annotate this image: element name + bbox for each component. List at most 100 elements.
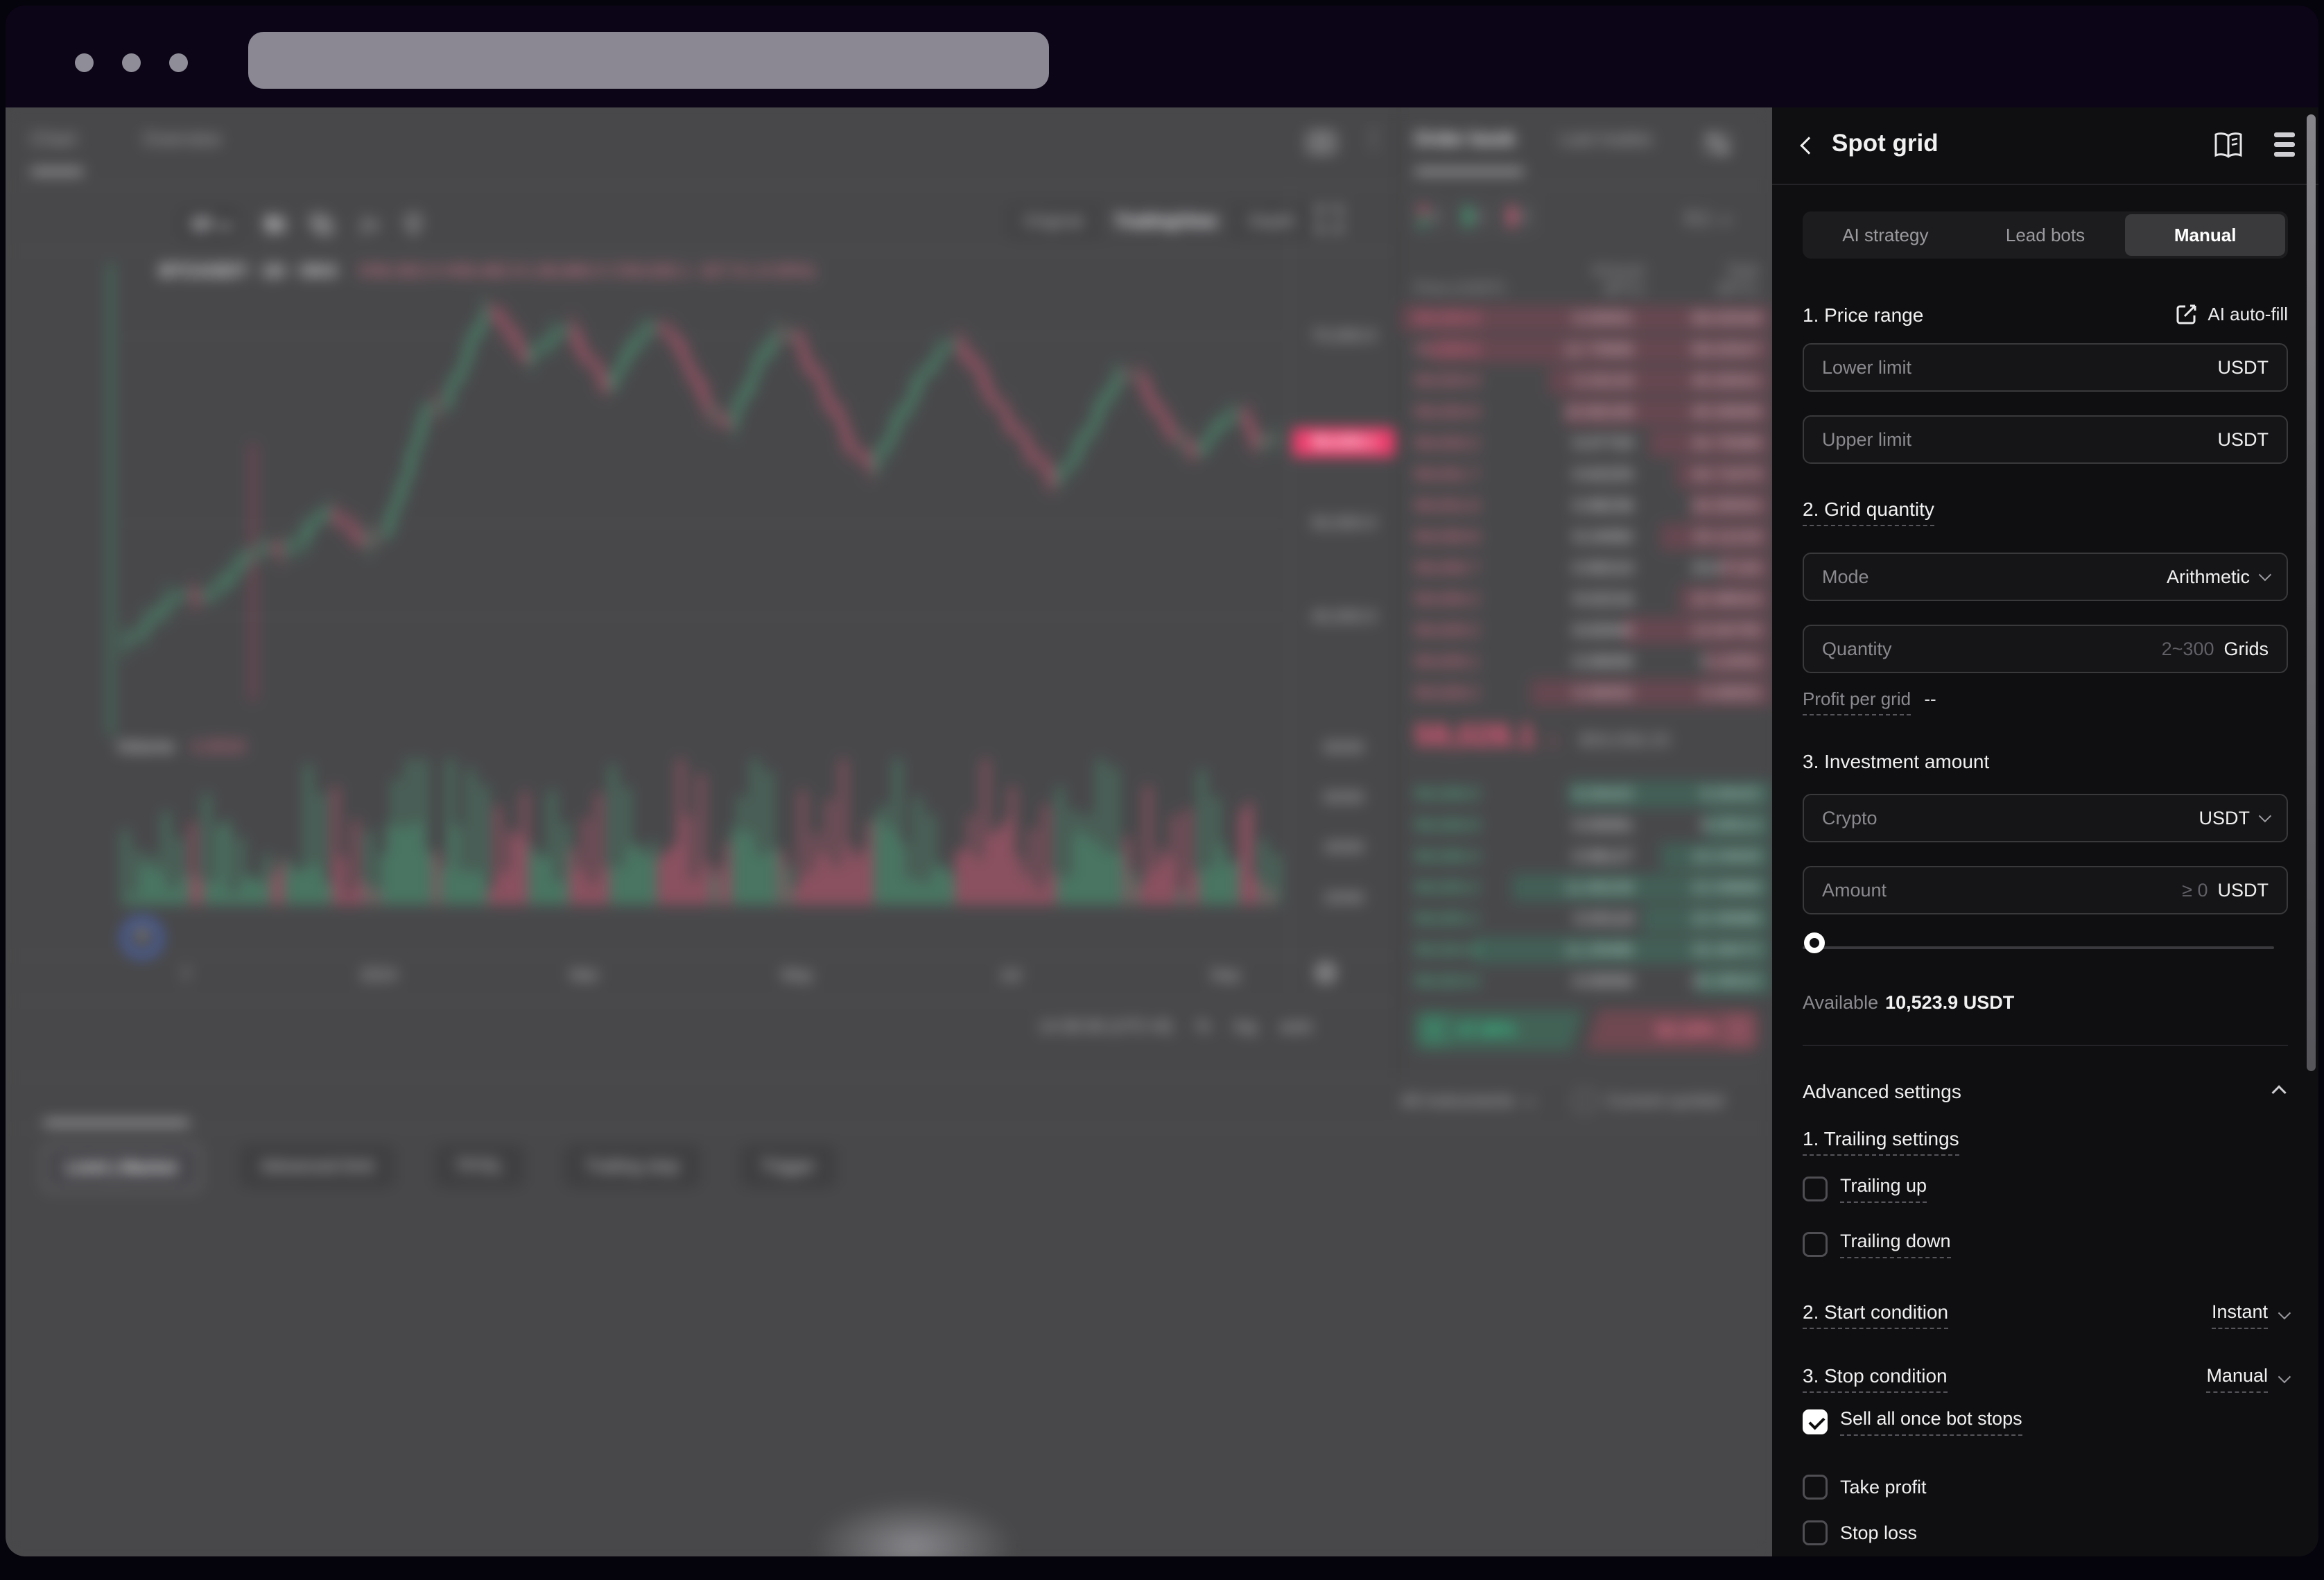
volume-tick: 200M [1297, 889, 1391, 908]
window-dot-3[interactable] [169, 53, 188, 72]
mode-select[interactable]: Mode Arithmetic [1803, 553, 2288, 601]
time-tick: May [781, 966, 813, 985]
panel-menu-icon[interactable] [2274, 132, 2295, 157]
ask-row[interactable]: 59,033.20.0772034.79399 [1401, 428, 1772, 459]
orderbook-settings-icon[interactable] [1703, 131, 1732, 157]
bid-row[interactable]: 59,026.90.000919.26513 [1401, 810, 1772, 841]
trailing-down-checkbox[interactable] [1803, 1232, 1828, 1257]
ask-row[interactable]: 59,028.25.060525.06052 [1401, 677, 1772, 709]
percent-scale-button[interactable]: % [1196, 1017, 1211, 1036]
start-condition-label: 2. Start condition [1803, 1301, 1948, 1323]
price-range-heading: 1. Price range [1803, 304, 1923, 327]
orderbook-layout-switch [1414, 200, 1535, 232]
ask-row[interactable]: 59,031.60.9823634.09454 [1401, 490, 1772, 521]
last-price: 59,028.1 [1414, 718, 1536, 754]
amount-slider[interactable] [1803, 946, 2274, 949]
window-dot-2[interactable] [122, 53, 141, 72]
grid-quantity-heading: 2. Grid quantity [1803, 498, 1934, 521]
ask-row[interactable]: 59,030.70.9021023.87126 [1401, 553, 1772, 584]
orderbook-tabs: Order book Last trades [1414, 128, 1653, 150]
collapse-chevron-icon[interactable] [2275, 1086, 2285, 1100]
take-profit-checkbox[interactable] [1803, 1475, 1828, 1500]
auto-scale-button[interactable]: auto [1280, 1017, 1312, 1036]
bid-row[interactable]: 59,026.40.9812710.24640 [1401, 841, 1772, 872]
manual-book-icon[interactable] [2213, 131, 2244, 160]
precision-select[interactable]: 0.1 [1686, 209, 1728, 229]
volume-legend: Volume 4,301K [116, 737, 247, 757]
bid-row[interactable]: 59,023.50.0005033.39522 [1401, 966, 1772, 997]
sell-all-checkbox[interactable] [1803, 1409, 1828, 1434]
bid-row[interactable]: 59,024.811.2948633.39472 [1401, 935, 1772, 966]
price-direction-arrow: ↓ [1547, 725, 1559, 752]
crypto-select[interactable]: Crypto USDT [1803, 794, 2288, 842]
strategy-tab[interactable]: Lead bots [1966, 214, 2126, 256]
url-bar[interactable] [248, 32, 1049, 89]
lower-limit-input[interactable]: Lower limit USDT [1803, 343, 2288, 392]
time-tick: Jul [1000, 966, 1021, 985]
ask-row[interactable]: 59,030.89.2409233.11218 [1401, 521, 1772, 553]
ask-row[interactable]: 59,035.612.7090658.63547 [1401, 334, 1772, 365]
ask-row[interactable]: 59,031.70.6222534.71679 [1401, 459, 1772, 490]
book-layout-bids-icon[interactable] [1459, 200, 1491, 232]
sell-all-row[interactable]: Sell all once bot stops [1803, 1408, 2022, 1436]
order-type-button[interactable]: Limit | Market [44, 1145, 200, 1190]
ask-row[interactable]: 59,034.90.3313345.92641 [1401, 365, 1772, 397]
order-type-button[interactable]: Advanced limit [240, 1145, 394, 1188]
advanced-settings-heading: Advanced settings [1803, 1081, 1961, 1103]
ask-row[interactable]: 59,029.28.8264813.94700 [1401, 615, 1772, 646]
all-instruments-select[interactable]: All instruments [1401, 1091, 1533, 1111]
panel-scrollbar[interactable] [2307, 114, 2316, 1071]
trailing-up-row[interactable]: Trailing up [1803, 1175, 1927, 1203]
trailing-up-checkbox[interactable] [1803, 1177, 1828, 1201]
order-type-button[interactable]: TP/SL [435, 1145, 524, 1188]
sell-ratio: 52.10%S [1586, 1010, 1758, 1050]
time-tick: Sep [1211, 966, 1240, 985]
stop-condition-select[interactable]: Manual [2206, 1365, 2288, 1393]
ask-row[interactable]: 59,030.29.0221622.96916 [1401, 584, 1772, 615]
bid-row[interactable]: 59,025.211.8522822.09868 [1401, 872, 1772, 903]
price-tick: 70,000.0 [1297, 327, 1391, 346]
quantity-input[interactable]: Quantity 2~300Grids [1803, 625, 2288, 673]
book-layout-both-icon[interactable] [1414, 200, 1446, 232]
strategy-tab[interactable]: Manual [2125, 214, 2285, 256]
ask-row[interactable]: 59,035.80.0000158.63548 [1401, 303, 1772, 334]
ask-row[interactable]: 59,033.910.8010945.59508 [1401, 397, 1772, 428]
asks-list: 59,035.80.0000158.63548 59,035.612.70906… [1401, 303, 1772, 709]
timezone-globe-icon[interactable] [1315, 962, 1337, 984]
chart-footer-right: 14:38:36 (UTC+8) % log auto [1039, 1017, 1312, 1036]
order-type-buttons: Limit | Market Advanced limit TP/SL Trailin… [44, 1145, 836, 1190]
amount-slider-knob[interactable] [1804, 932, 1825, 953]
ai-autofill-button[interactable]: AI auto-fill [2176, 303, 2288, 325]
ask-row[interactable]: 59,029.10.060005.12052 [1401, 646, 1772, 677]
last-trades-tab[interactable]: Last trades [1560, 128, 1653, 149]
current-symbol-box[interactable] [1575, 1091, 1595, 1111]
upper-limit-input[interactable]: Upper limit USDT [1803, 415, 2288, 464]
log-scale-button[interactable]: log [1234, 1017, 1256, 1036]
edit-icon [2176, 303, 2198, 325]
book-layout-asks-icon[interactable] [1503, 200, 1535, 232]
trailing-down-row[interactable]: Trailing down [1803, 1231, 1951, 1258]
strategy-tab[interactable]: AI strategy [1805, 214, 1966, 256]
order-type-button[interactable]: Trigger [740, 1145, 836, 1188]
last-price-tag: 59,028.1 [1292, 428, 1395, 457]
strategy-tabs: AI strategyLead botsManual [1803, 211, 2288, 259]
profit-per-grid: Profit per grid -- [1803, 688, 1936, 710]
price-chart[interactable] [6, 107, 1396, 1082]
clock-label[interactable]: 14:38:36 (UTC+8) [1039, 1017, 1172, 1036]
orderbook-tab[interactable]: Order book [1414, 128, 1516, 149]
volume-tick: 400M [1297, 838, 1391, 857]
amount-input[interactable]: Amount ≥ 0USDT [1803, 866, 2288, 914]
stop-loss-checkbox[interactable] [1803, 1520, 1828, 1545]
back-button[interactable] [1803, 139, 1815, 155]
order-type-button[interactable]: Trailing stop [564, 1145, 700, 1188]
window-dot-1[interactable] [75, 53, 94, 72]
investment-heading: 3. Investment amount [1803, 751, 1989, 773]
bid-row[interactable]: 59,028.09.264229.26422 [1401, 779, 1772, 810]
panel-title: Spot grid [1832, 130, 1939, 157]
take-profit-row[interactable]: Take profit [1803, 1475, 1927, 1500]
tradingview-logo[interactable]: T [122, 917, 162, 957]
bid-row[interactable]: 59,025.10.0011822.09986 [1401, 903, 1772, 935]
current-symbol-checkbox[interactable]: Current symbol [1575, 1091, 1724, 1111]
start-condition-select[interactable]: Instant [2212, 1301, 2288, 1329]
stop-loss-row[interactable]: Stop loss [1803, 1520, 1917, 1545]
